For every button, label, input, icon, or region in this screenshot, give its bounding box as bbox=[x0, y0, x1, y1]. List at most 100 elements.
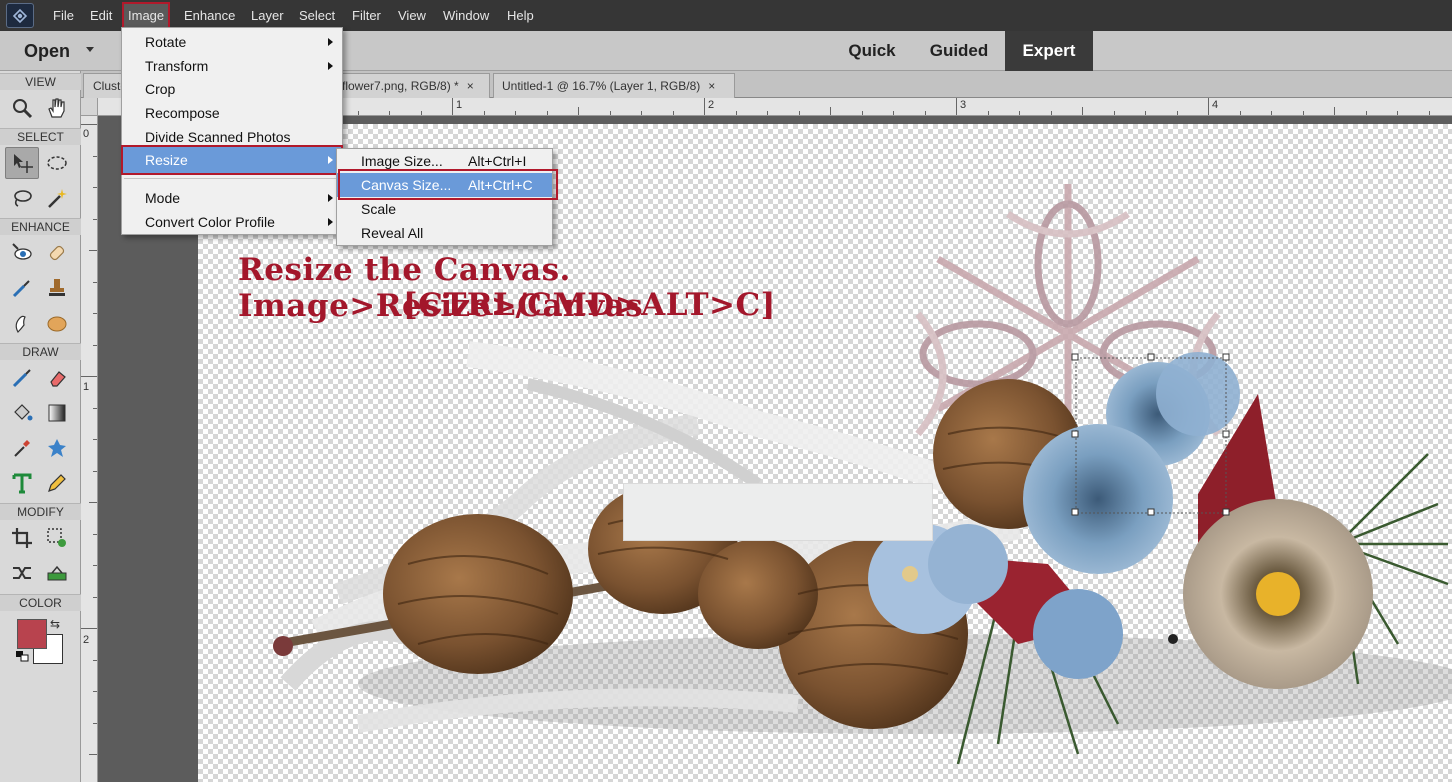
clone-stamp-icon[interactable] bbox=[40, 272, 74, 304]
eyedropper-tool-icon[interactable] bbox=[5, 432, 39, 464]
move-tool-icon[interactable] bbox=[5, 147, 39, 179]
section-enhance-label: ENHANCE bbox=[0, 218, 81, 235]
section-draw-label: DRAW bbox=[0, 343, 81, 360]
menu-separator bbox=[124, 178, 340, 179]
submenu-arrow-icon bbox=[328, 194, 333, 202]
ruler-label: 2 bbox=[708, 99, 715, 111]
menu-item-rotate[interactable]: Rotate bbox=[122, 30, 342, 54]
tab-document-cluster[interactable]: Cluste bbox=[83, 73, 123, 98]
close-tab-icon[interactable]: × bbox=[708, 79, 715, 93]
tab-document-untitled[interactable]: Untitled-1 @ 16.7% (Layer 1, RGB/8) × bbox=[493, 73, 735, 98]
image-menu-dropdown: Rotate Transform Crop Recompose Divide S… bbox=[121, 27, 343, 235]
lasso-tool-icon[interactable] bbox=[5, 182, 39, 214]
tab-quick[interactable]: Quick bbox=[836, 31, 908, 71]
menu-item-label: Mode bbox=[145, 190, 181, 206]
eraser-tool-icon[interactable] bbox=[40, 362, 74, 394]
ruler-label: 0 bbox=[83, 128, 90, 140]
section-modify-label: MODIFY bbox=[0, 503, 81, 520]
submenu-arrow-icon bbox=[328, 62, 333, 70]
open-button[interactable]: Open bbox=[24, 31, 70, 71]
menu-item-crop[interactable]: Crop bbox=[122, 77, 342, 101]
app-logo-icon[interactable] bbox=[6, 3, 34, 28]
default-colors-icon[interactable] bbox=[16, 651, 30, 663]
menu-item-label: Recompose bbox=[145, 105, 220, 121]
red-eye-tool-icon[interactable] bbox=[5, 237, 39, 269]
menu-item-reveal-all[interactable]: Reveal All bbox=[337, 221, 552, 245]
menu-item-label: Crop bbox=[145, 81, 176, 97]
sponge-tool-icon[interactable] bbox=[40, 307, 74, 339]
menu-view[interactable]: View bbox=[398, 0, 426, 31]
smart-brush-icon[interactable] bbox=[5, 272, 39, 304]
menu-item-scale[interactable]: Scale bbox=[337, 197, 552, 221]
healing-brush-icon[interactable] bbox=[40, 237, 74, 269]
menu-item-convert-color-profile[interactable]: Convert Color Profile bbox=[122, 210, 342, 234]
ruler-label: 1 bbox=[456, 99, 463, 111]
smudge-tool-icon[interactable] bbox=[5, 307, 39, 339]
ruler-label: 3 bbox=[960, 99, 967, 111]
ruler-label: 1 bbox=[83, 381, 90, 393]
menu-item-label: Scale bbox=[361, 201, 397, 217]
toolbox: VIEW SELECT ENHANCE DRAW MODIFY COLOR ⇆ bbox=[0, 71, 81, 782]
menu-edit[interactable]: Edit bbox=[90, 0, 112, 31]
recompose-tool-icon[interactable] bbox=[40, 522, 74, 554]
tab-label: Untitled-1 @ 16.7% (Layer 1, RGB/8) bbox=[502, 79, 701, 93]
ruler-tick bbox=[81, 376, 97, 377]
menu-item-resize[interactable]: Resize bbox=[121, 145, 343, 175]
foreground-color-swatch[interactable] bbox=[17, 619, 47, 649]
ruler-tick bbox=[1082, 107, 1083, 115]
ruler-tick bbox=[81, 124, 97, 125]
content-aware-move-icon[interactable] bbox=[5, 557, 39, 589]
ruler-tick bbox=[830, 107, 831, 115]
ruler-tick bbox=[89, 502, 97, 503]
section-select-label: SELECT bbox=[0, 128, 81, 145]
annotation-line-2: [CTRL/CMD>ALT>C] bbox=[403, 287, 776, 323]
straighten-tool-icon[interactable] bbox=[40, 557, 74, 589]
swap-colors-icon[interactable]: ⇆ bbox=[50, 617, 60, 631]
menu-item-mode[interactable]: Mode bbox=[122, 186, 342, 210]
ruler-corner bbox=[81, 98, 98, 116]
menu-item-label: Transform bbox=[145, 58, 209, 74]
menu-file[interactable]: File bbox=[53, 0, 74, 31]
menu-item-label: Resize bbox=[145, 152, 188, 168]
menu-item-label: Convert Color Profile bbox=[145, 214, 275, 230]
ruler-tick bbox=[89, 250, 97, 251]
menu-image[interactable]: Image bbox=[121, 2, 171, 29]
crop-tool-icon[interactable] bbox=[5, 522, 39, 554]
label-rectangle bbox=[623, 483, 933, 541]
vertical-ruler: 0 1 2 bbox=[81, 116, 98, 782]
menu-item-label: Reveal All bbox=[361, 225, 424, 241]
section-view-label: VIEW bbox=[0, 73, 81, 90]
canvas-size-highlight-frame bbox=[338, 169, 558, 200]
pencil-tool-icon[interactable] bbox=[40, 467, 74, 499]
paint-bucket-icon[interactable] bbox=[5, 397, 39, 429]
zoom-tool-icon[interactable] bbox=[5, 92, 39, 124]
menu-filter[interactable]: Filter bbox=[352, 0, 381, 31]
section-color-label: COLOR bbox=[0, 594, 81, 611]
tab-document-flower7[interactable]: flower7.png, RGB/8) * × bbox=[333, 73, 490, 98]
ruler-label: 2 bbox=[83, 634, 90, 646]
ruler-tick bbox=[704, 98, 705, 115]
tab-expert[interactable]: Expert bbox=[1005, 31, 1093, 71]
menu-item-transform[interactable]: Transform bbox=[122, 54, 342, 78]
open-dropdown-icon[interactable] bbox=[86, 47, 94, 52]
marquee-tool-icon[interactable] bbox=[40, 147, 74, 179]
custom-shape-icon[interactable] bbox=[40, 432, 74, 464]
menu-window[interactable]: Window bbox=[443, 0, 489, 31]
close-tab-icon[interactable]: × bbox=[467, 79, 474, 93]
ruler-tick bbox=[452, 98, 453, 115]
ruler-tick bbox=[578, 107, 579, 115]
menu-item-recompose[interactable]: Recompose bbox=[122, 101, 342, 125]
submenu-arrow-icon bbox=[328, 218, 333, 226]
gradient-tool-icon[interactable] bbox=[40, 397, 74, 429]
ruler-tick bbox=[89, 754, 97, 755]
ruler-tick bbox=[956, 98, 957, 115]
type-tool-icon[interactable] bbox=[5, 467, 39, 499]
brush-tool-icon[interactable] bbox=[5, 362, 39, 394]
tab-label: flower7.png, RGB/8) * bbox=[342, 79, 459, 93]
hand-tool-icon[interactable] bbox=[40, 92, 74, 124]
ruler-tick bbox=[1334, 107, 1335, 115]
menu-help[interactable]: Help bbox=[507, 0, 534, 31]
submenu-arrow-icon bbox=[328, 38, 333, 46]
tab-guided[interactable]: Guided bbox=[919, 31, 999, 71]
magic-wand-icon[interactable] bbox=[40, 182, 74, 214]
